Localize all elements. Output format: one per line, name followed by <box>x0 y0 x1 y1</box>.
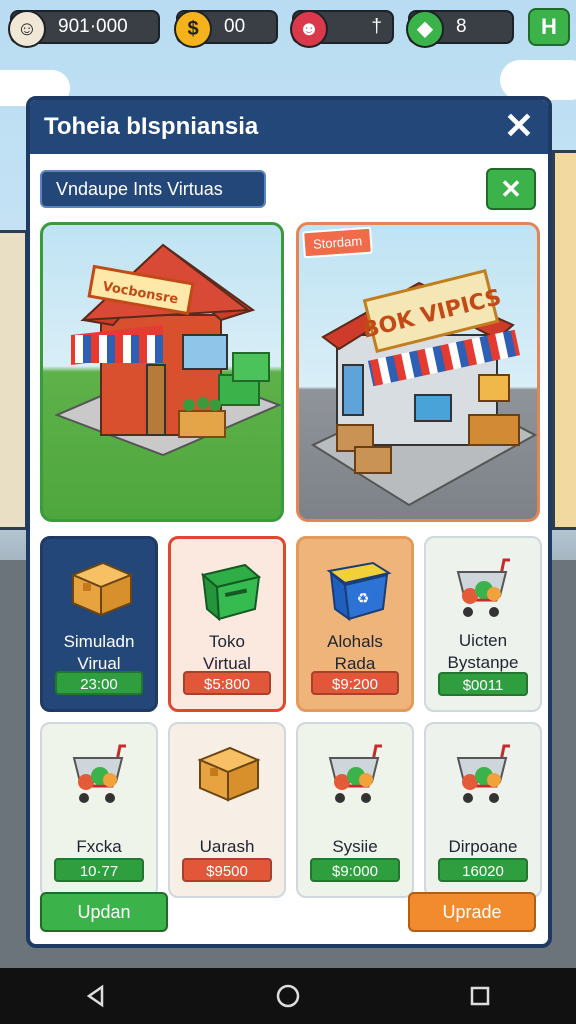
money-value: 901·000 <box>58 16 128 37</box>
product-card[interactable]: Sysiie $9:000 <box>296 722 414 898</box>
left-building <box>0 230 28 530</box>
cart-icon <box>328 744 382 803</box>
back-icon[interactable] <box>84 984 108 1008</box>
bin-icon <box>200 563 262 622</box>
gem-icon: ◆ <box>406 10 444 48</box>
recycle-bin-icon: ♻ <box>326 561 392 622</box>
coin-counter[interactable]: $ 00 <box>174 10 278 48</box>
shop-building-icon: Vocbonsre <box>54 243 281 457</box>
modal-header: Toheia bIspniansia ✕ <box>30 100 548 154</box>
product-price-button[interactable]: $9:200 <box>311 671 399 695</box>
product-price-button[interactable]: $5:800 <box>183 671 271 695</box>
update-button[interactable]: Updan <box>40 892 168 932</box>
cart-icon <box>456 558 510 617</box>
store-building-icon: BOK VIPICS <box>310 268 537 507</box>
product-name: Alohals Rada <box>327 632 383 673</box>
product-card[interactable]: ♻ Alohals Rada $9:200 <box>296 536 414 712</box>
top-hud: ☺ 901·000 $ 00 ☻ † ◆ 8 H <box>6 8 570 48</box>
ticket-value: † <box>371 16 382 37</box>
system-nav-bar <box>0 968 576 1024</box>
modal-subtitle: Vndaupe Ints Virtuas <box>40 170 266 208</box>
product-price-button[interactable]: 10·77 <box>54 858 144 882</box>
product-price-button[interactable]: 16020 <box>438 858 528 882</box>
chef-avatar-icon: ☺ <box>8 10 46 48</box>
product-price-button[interactable]: $9500 <box>182 858 272 882</box>
close-icon[interactable]: ✕ <box>500 108 538 146</box>
cart-icon <box>72 744 126 803</box>
cart-icon <box>456 744 510 803</box>
svg-text:♻: ♻ <box>357 590 370 606</box>
hero-shop-left[interactable]: Vocbonsre <box>40 222 284 522</box>
hero-right-tag: Stordam <box>302 226 373 259</box>
product-price-button[interactable]: $9:000 <box>310 858 400 882</box>
upgrade-button[interactable]: Uprade <box>408 892 536 932</box>
product-card[interactable]: Uarash $9500 <box>168 722 286 898</box>
ticket-counter[interactable]: ☻ † <box>290 10 394 48</box>
product-card[interactable]: Dirpoane 16020 <box>424 722 542 898</box>
product-card[interactable]: Uicten Bystanpe $0011 <box>424 536 542 712</box>
home-icon[interactable] <box>275 983 301 1009</box>
product-name: Fxcka <box>76 837 122 856</box>
money-counter[interactable]: ☺ 901·000 <box>8 10 160 48</box>
product-price-button[interactable]: 23:00 <box>55 671 143 695</box>
right-building <box>552 150 576 530</box>
product-card[interactable]: Fxcka 10·77 <box>40 722 158 898</box>
hero-shop-right[interactable]: BOK VIPICS Stordam <box>296 222 540 522</box>
modal-title: Toheia bIspniansia <box>44 113 259 140</box>
box-icon <box>197 746 261 802</box>
dismiss-button[interactable]: ✕ <box>486 168 536 210</box>
product-name: Dirpoane <box>448 837 518 856</box>
coin-icon: $ <box>174 10 212 48</box>
add-currency-button[interactable]: H <box>528 8 570 46</box>
product-name: Sysiie <box>332 837 378 856</box>
recents-icon[interactable] <box>468 984 492 1008</box>
product-card[interactable]: Simuladn Virual 23:00 <box>40 536 158 712</box>
gem-value: 8 <box>456 16 467 37</box>
gem-counter[interactable]: ◆ 8 <box>406 10 514 48</box>
product-name: Uarash <box>199 837 255 856</box>
product-card[interactable]: Toko Virtual $5:800 <box>168 536 286 712</box>
product-name: Uicten Bystanpe <box>447 631 519 672</box>
box-icon <box>70 561 134 617</box>
product-name: Simuladn Virual <box>63 632 135 673</box>
product-name: Toko Virtual <box>203 632 251 673</box>
coin-value: 00 <box>224 16 246 37</box>
shop-modal: Toheia bIspniansia ✕ Vndaupe Ints Virtua… <box>26 96 552 948</box>
mask-icon: ☻ <box>290 10 328 48</box>
product-price-button[interactable]: $0011 <box>438 672 528 696</box>
